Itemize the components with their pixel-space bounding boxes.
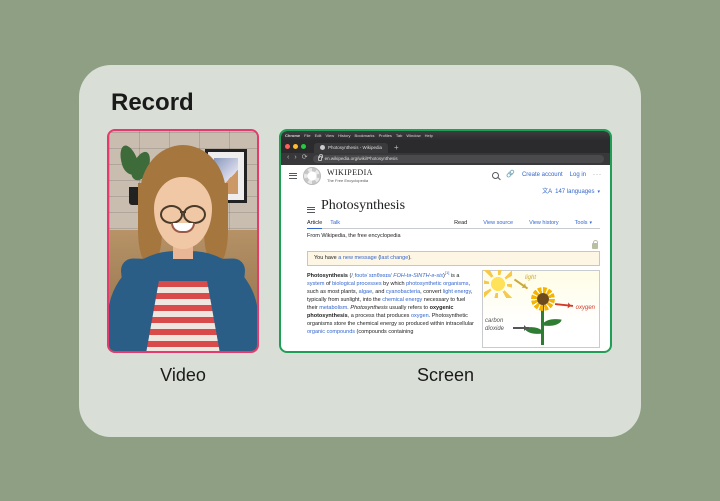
protection-row — [307, 243, 600, 249]
video-person — [107, 151, 259, 351]
tab-article: Article — [307, 218, 322, 230]
address-bar: en.wikipedia.org/wiki/Photosynthesis — [313, 155, 604, 163]
menubar-item: Help — [425, 133, 433, 138]
window-controls — [285, 140, 306, 153]
page-protection-lock-icon — [592, 243, 598, 249]
back-icon: ‹ — [287, 154, 289, 163]
wikipedia-wordmark: WIKIPEDIA The Free Encyclopedia — [327, 168, 373, 183]
ipa: /ˌfoʊtəˈsɪnθəsɪs/ — [351, 273, 391, 279]
language-count: 147 languages — [555, 189, 594, 197]
menubar-item: Bookmarks — [355, 133, 375, 138]
article-body-row: Photosynthesis (/ˌfoʊtəˈsɪnθəsɪs/ FOH-tə… — [307, 270, 600, 348]
site-subtitle: The Free Encyclopedia — [327, 178, 373, 183]
article-figure: light oxygen — [482, 270, 600, 348]
person-mouth — [171, 223, 195, 233]
forward-icon: › — [294, 154, 296, 163]
from-line: From Wikipedia, the free encyclopedia — [307, 233, 600, 240]
link-icon: 🔗 — [506, 171, 515, 180]
browser-tabstrip: Photosynthesis - Wikipedia + — [281, 140, 610, 153]
notice-link: last change — [380, 255, 408, 261]
tab-talk: Talk — [330, 218, 340, 229]
video-preview[interactable] — [107, 129, 259, 353]
create-account-link: Create account — [522, 172, 563, 180]
glasses-icon — [160, 205, 206, 221]
article-tabs: Article Talk Read View source View histo… — [307, 218, 600, 230]
menubar-item: View — [325, 133, 334, 138]
figure-label-oxygen: oxygen — [576, 305, 595, 313]
notice-box: You have a new message (last change). — [307, 251, 600, 266]
tab-tools: Tools▾ — [575, 218, 592, 229]
menubar-app: Chrome — [285, 133, 300, 138]
tab-favicon — [320, 145, 325, 150]
record-panel: Record — [79, 65, 641, 437]
tiles-row: Video Chrome File Edit View History Book… — [107, 129, 613, 386]
language-selector: 文A 147 languages ▾ — [307, 189, 600, 197]
lock-icon — [318, 156, 322, 161]
browser-toolbar: ‹ › ⟳ en.wikipedia.org/wiki/Photosynthes… — [281, 153, 610, 165]
browser-tab: Photosynthesis - Wikipedia — [314, 143, 388, 153]
close-window-icon — [285, 144, 290, 149]
menubar-item: Window — [406, 133, 420, 138]
globe-icon: 文A — [542, 189, 552, 197]
reload-icon: ⟳ — [302, 154, 308, 163]
tab-view-source: View source — [483, 218, 513, 229]
menu-icon — [289, 173, 297, 179]
contents-icon — [307, 207, 315, 212]
maximize-window-icon — [301, 144, 306, 149]
panel-title: Record — [111, 89, 613, 117]
figure-label-light: light — [525, 275, 536, 283]
screen-caption: Screen — [417, 365, 474, 386]
new-tab-icon: + — [394, 144, 399, 152]
minimize-window-icon — [293, 144, 298, 149]
article-tabs-right: Read View source View history Tools▾ — [454, 218, 600, 229]
log-in-link: Log in — [570, 172, 586, 180]
article-area: 文A 147 languages ▾ Photosynthesis Articl… — [281, 187, 610, 349]
menubar-item: File — [304, 133, 310, 138]
chevron-down-icon: ▾ — [597, 189, 600, 195]
menubar-item: Edit — [315, 133, 322, 138]
search-icon — [492, 172, 499, 179]
figure-label-co2: carbon dioxide — [485, 318, 504, 333]
notice-link: a new message — [338, 255, 377, 261]
sun-icon — [489, 275, 507, 293]
chevron-down-icon: ▾ — [589, 220, 592, 226]
article-title: Photosynthesis — [321, 197, 405, 215]
arrow-icon — [555, 303, 573, 307]
wikipedia-header: WIKIPEDIA The Free Encyclopedia 🔗 Create… — [281, 165, 610, 187]
wikipedia-logo-icon — [303, 167, 321, 185]
site-name: WIKIPEDIA — [327, 168, 373, 178]
title-row: Photosynthesis — [307, 197, 600, 215]
article-body: Photosynthesis (/ˌfoʊtəˈsɪnθəsɪs/ FOH-tə… — [307, 270, 476, 348]
more-icon: ··· — [593, 172, 602, 180]
sunflower-icon — [531, 287, 555, 311]
tab-read: Read — [454, 218, 467, 229]
person-face — [154, 177, 212, 249]
arrow-icon — [513, 327, 529, 329]
leaf-icon — [542, 317, 561, 329]
tab-view-history: View history — [529, 218, 559, 229]
url-text: en.wikipedia.org/wiki/Photosynthesis — [325, 156, 398, 162]
screen-preview[interactable]: Chrome File Edit View History Bookmarks … — [279, 129, 612, 353]
video-column: Video — [107, 129, 259, 386]
video-caption: Video — [160, 365, 206, 386]
header-right: 🔗 Create account Log in ··· — [492, 171, 602, 180]
menubar-item: Tab — [396, 133, 402, 138]
screen-column: Chrome File Edit View History Bookmarks … — [279, 129, 612, 386]
ipa-respell: FOH-tə-SINTH-ə-sis — [393, 273, 443, 279]
os-menubar: Chrome File Edit View History Bookmarks … — [281, 131, 610, 140]
tab-title: Photosynthesis - Wikipedia — [328, 145, 382, 151]
menubar-item: Profiles — [379, 133, 392, 138]
menubar-item: History — [338, 133, 350, 138]
